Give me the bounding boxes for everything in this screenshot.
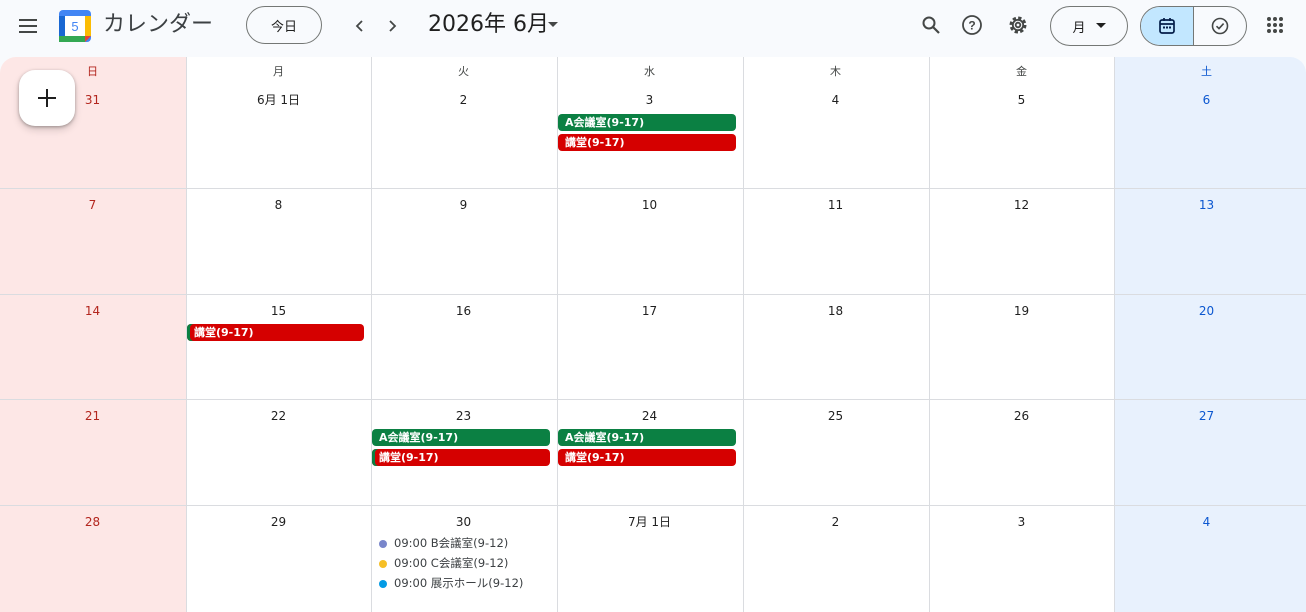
day-number[interactable]: 22 [186, 408, 371, 424]
event-color-dot [379, 559, 387, 568]
timed-event[interactable]: 09:00 B会議室(9-12) [379, 535, 508, 552]
day-number[interactable]: 13 [1114, 197, 1299, 213]
calendar-tasks-toggle [1140, 6, 1247, 46]
day-number[interactable]: 3 [557, 92, 742, 108]
day-number[interactable]: 11 [743, 197, 928, 213]
month-grid: 日月火水木金土 31 6月 1日 2 3 4 5 6 7 8 9 10 11 12 13 14 15 16 17 18… [0, 57, 1306, 612]
help-icon: ? [962, 15, 982, 35]
day-cell[interactable] [371, 57, 557, 188]
event-color-dot [379, 579, 387, 588]
all-day-event-chip[interactable]: A会議室(9-17) [558, 429, 736, 446]
caret-down-icon [548, 22, 558, 27]
current-month-title[interactable]: 2026年 6月 [428, 10, 549, 40]
timed-event-label: 09:00 B会議室(9-12) [394, 536, 509, 550]
day-number[interactable]: 6月 1日 [186, 92, 371, 108]
day-number[interactable]: 10 [557, 197, 742, 213]
day-cell[interactable] [186, 57, 371, 188]
day-number[interactable]: 23 [371, 408, 556, 424]
event-color-dot [379, 539, 387, 548]
all-day-event-chip[interactable]: 講堂(9-17) [558, 134, 736, 151]
create-event-button[interactable] [19, 70, 75, 126]
previous-month-button[interactable] [344, 10, 376, 42]
day-number[interactable]: 30 [371, 514, 556, 530]
day-number[interactable]: 14 [0, 303, 185, 319]
help-button[interactable]: ? [953, 6, 991, 44]
timed-event-label: 09:00 C会議室(9-12) [394, 556, 509, 570]
today-button[interactable]: 今日 [246, 6, 322, 44]
day-number[interactable]: 2 [743, 514, 928, 530]
svg-text:?: ? [968, 19, 975, 33]
settings-button[interactable] [999, 6, 1037, 44]
month-picker-dropdown[interactable] [544, 14, 562, 36]
day-number[interactable]: 4 [743, 92, 928, 108]
day-number[interactable]: 2 [371, 92, 556, 108]
plus-icon [38, 89, 56, 107]
day-number[interactable]: 9 [371, 197, 556, 213]
tasks-view-toggle[interactable] [1194, 7, 1246, 45]
day-number[interactable]: 7 [0, 197, 185, 213]
day-number[interactable]: 20 [1114, 303, 1299, 319]
chevron-left-icon [355, 20, 363, 32]
main-menu-button[interactable] [8, 6, 48, 46]
day-number[interactable]: 4 [1114, 514, 1299, 530]
day-number[interactable]: 28 [0, 514, 185, 530]
caret-down-icon [1095, 23, 1106, 28]
day-number[interactable]: 21 [0, 408, 185, 424]
calendar-logo-icon: 5 [59, 10, 91, 42]
app-title: カレンダー [103, 12, 214, 37]
all-day-event-chip[interactable]: A会議室(9-17) [372, 429, 550, 446]
day-number[interactable]: 29 [186, 514, 371, 530]
day-cell[interactable] [929, 57, 1114, 188]
google-apps-button[interactable] [1256, 6, 1294, 44]
day-number[interactable]: 26 [929, 408, 1114, 424]
top-bar: 5 カレンダー 今日 2026年 6月 ? 月 [0, 0, 1306, 56]
all-day-event-chip[interactable]: 講堂(9-17) [558, 449, 736, 466]
day-number[interactable]: 27 [1114, 408, 1299, 424]
day-number[interactable]: 6 [1114, 92, 1299, 108]
day-cell[interactable] [743, 57, 929, 188]
day-number[interactable]: 19 [929, 303, 1114, 319]
day-cell[interactable] [1114, 57, 1300, 188]
calendar-icon [1159, 18, 1175, 34]
gear-icon [1009, 16, 1027, 34]
timed-event-label: 09:00 展示ホール(9-12) [394, 576, 524, 590]
check-circle-icon [1211, 17, 1229, 35]
apps-grid-icon [1267, 17, 1283, 33]
all-day-event-chip[interactable]: A会議室(9-17) [558, 114, 736, 131]
day-number[interactable]: 8 [186, 197, 371, 213]
day-number[interactable]: 5 [929, 92, 1114, 108]
day-number[interactable]: 25 [743, 408, 928, 424]
hamburger-icon [19, 19, 37, 33]
all-day-event-chip[interactable]: 講堂(9-17) [187, 324, 364, 341]
calendar-view-toggle[interactable] [1141, 7, 1194, 45]
view-selector[interactable]: 月 [1050, 6, 1128, 46]
day-number[interactable]: 7月 1日 [557, 514, 742, 530]
timed-event[interactable]: 09:00 展示ホール(9-12) [379, 575, 523, 592]
chevron-right-icon [389, 20, 397, 32]
view-selector-label: 月 [1072, 20, 1086, 36]
day-number[interactable]: 16 [371, 303, 556, 319]
calendar-logo[interactable]: 5 [58, 9, 92, 43]
day-number[interactable]: 18 [743, 303, 928, 319]
day-number[interactable]: 15 [186, 303, 371, 319]
day-number[interactable]: 12 [929, 197, 1114, 213]
all-day-event-chip[interactable]: 講堂(9-17) [372, 449, 550, 466]
svg-text:5: 5 [71, 19, 78, 34]
day-number[interactable]: 3 [929, 514, 1114, 530]
next-month-button[interactable] [376, 10, 408, 42]
search-button[interactable] [912, 6, 950, 44]
search-icon [922, 16, 940, 34]
day-number[interactable]: 24 [557, 408, 742, 424]
timed-event[interactable]: 09:00 C会議室(9-12) [379, 555, 508, 572]
day-number[interactable]: 17 [557, 303, 742, 319]
